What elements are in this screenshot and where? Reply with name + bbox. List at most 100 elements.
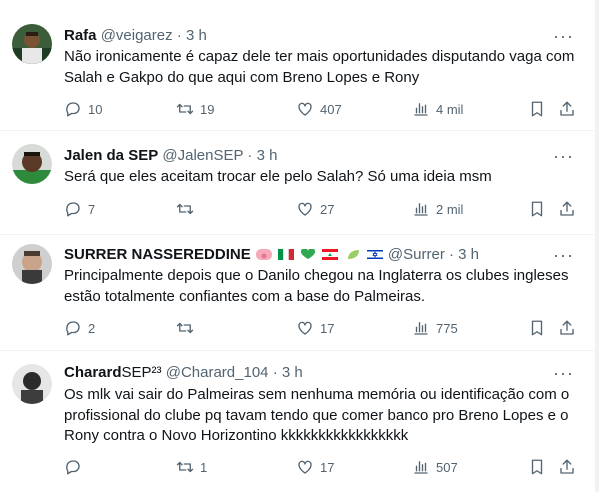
avatar-image <box>12 24 52 64</box>
tweet-header: Jalen da SEP @JalenSEP · 3 h <box>64 146 277 166</box>
italy-flag-icon <box>278 249 295 260</box>
handle[interactable]: @Charard_104 <box>166 364 269 381</box>
bookmark-button[interactable] <box>528 457 546 477</box>
tweet-header: SURRER NASSEREDDINE @Surrer · 3 h <box>64 245 479 265</box>
views-button[interactable]: 775 <box>412 318 458 338</box>
avatar[interactable] <box>12 144 52 184</box>
handle[interactable]: @JalenSEP <box>162 147 243 164</box>
tweet-header: Rafa @veigarez · 3 h <box>64 26 207 46</box>
avatar[interactable] <box>12 24 52 64</box>
reply-icon <box>66 102 80 117</box>
views-icon <box>414 322 428 335</box>
tweet-text: Não ironicamente é capaz dele ter mais o… <box>64 48 575 86</box>
more-icon[interactable]: ··· <box>553 27 574 45</box>
like-count: 17 <box>320 320 335 336</box>
reply-icon <box>66 460 80 475</box>
more-icon[interactable]: ··· <box>553 364 574 382</box>
scrollbar-track[interactable] <box>595 0 599 492</box>
like-button[interactable]: 407 <box>296 99 342 119</box>
handle[interactable]: @veigarez <box>101 27 173 44</box>
avatar[interactable] <box>12 364 52 404</box>
bookmark-button[interactable] <box>528 99 546 119</box>
flag-emojis <box>255 246 388 263</box>
view-count: 2 mil <box>436 201 464 217</box>
reply-icon <box>66 202 80 217</box>
views-button[interactable]: 507 <box>412 457 458 477</box>
reply-count: 7 <box>88 201 96 217</box>
timestamp[interactable]: · 3 h <box>177 27 207 44</box>
leaf-emoji-icon <box>347 250 359 259</box>
tweet[interactable]: Jalen da SEP @JalenSEP · 3 h ··· Será qu… <box>0 131 594 235</box>
tweet[interactable]: SURRER NASSEREDDINE @Surrer · 3 h ··· Pr… <box>0 235 594 351</box>
display-name[interactable]: Jalen da SEP <box>64 147 158 164</box>
reply-button[interactable] <box>64 457 88 477</box>
view-count: 775 <box>436 320 458 336</box>
tweet[interactable]: Rafa @veigarez · 3 h ··· Não ironicament… <box>0 0 594 131</box>
retweet-button[interactable]: 1 <box>176 457 207 477</box>
retweet-count: 1 <box>200 459 208 475</box>
more-icon[interactable]: ··· <box>553 246 574 264</box>
share-icon <box>560 201 574 216</box>
views-icon <box>414 203 428 216</box>
share-button[interactable] <box>558 457 576 477</box>
retweet-button[interactable] <box>176 318 200 338</box>
like-button[interactable]: 27 <box>296 199 334 219</box>
share-button[interactable] <box>558 99 576 119</box>
view-count: 507 <box>436 459 458 475</box>
display-name[interactable]: SURRER NASSEREDDINE <box>64 246 251 263</box>
bookmark-icon <box>531 459 543 475</box>
israel-flag-icon <box>366 249 383 260</box>
bookmark-icon <box>531 320 543 336</box>
views-button[interactable]: 2 mil <box>412 199 463 219</box>
display-name[interactable]: Rafa <box>64 27 97 44</box>
views-icon <box>414 103 428 116</box>
retweet-button[interactable] <box>176 199 200 219</box>
tweet-text: Principalmente depois que o Danilo chego… <box>64 267 569 305</box>
like-button[interactable]: 17 <box>296 457 334 477</box>
bookmark-icon <box>531 101 543 117</box>
retweet-icon <box>176 461 194 473</box>
share-icon <box>560 320 574 335</box>
timestamp[interactable]: · 3 h <box>273 364 303 381</box>
share-button[interactable] <box>558 199 576 219</box>
display-name[interactable]: Charard <box>64 364 122 381</box>
views-button[interactable]: 4 mil <box>412 99 463 119</box>
bookmark-button[interactable] <box>528 199 546 219</box>
like-button[interactable]: 17 <box>296 318 334 338</box>
timestamp[interactable]: · 3 h <box>247 147 277 164</box>
like-icon <box>298 202 312 216</box>
avatar[interactable] <box>12 244 52 284</box>
lebanon-flag-icon <box>322 249 339 260</box>
like-icon <box>298 321 312 335</box>
retweet-icon <box>176 203 194 215</box>
reply-button[interactable]: 7 <box>64 199 95 219</box>
like-count: 17 <box>320 459 335 475</box>
share-button[interactable] <box>558 318 576 338</box>
reply-count: 2 <box>88 320 96 336</box>
tweet-text: Os mlk vai sair do Palmeiras sem nenhuma… <box>64 386 570 444</box>
reply-button[interactable]: 10 <box>64 99 102 119</box>
reply-count: 10 <box>88 101 103 117</box>
reply-button[interactable]: 2 <box>64 318 95 338</box>
retweet-count: 19 <box>200 101 215 117</box>
handle[interactable]: @Surrer <box>388 246 445 263</box>
view-count: 4 mil <box>436 101 464 117</box>
timestamp[interactable]: · 3 h <box>449 246 479 263</box>
tweet[interactable]: CharardSEP²³ @Charard_104 · 3 h ··· Os m… <box>0 351 594 492</box>
reply-icon <box>66 321 80 336</box>
pig-emoji-icon <box>255 249 272 260</box>
bookmark-icon <box>531 201 543 217</box>
retweet-icon <box>176 103 194 115</box>
bookmark-button[interactable] <box>528 318 546 338</box>
views-icon <box>414 461 428 474</box>
avatar-image <box>12 244 52 284</box>
avatar-image <box>12 364 52 404</box>
like-icon <box>298 460 312 474</box>
display-name-suffix: SEP²³ <box>121 364 162 381</box>
retweet-icon <box>176 322 194 334</box>
avatar-image <box>12 144 52 184</box>
more-icon[interactable]: ··· <box>553 147 574 165</box>
like-icon <box>298 102 312 116</box>
retweet-button[interactable]: 19 <box>176 99 214 119</box>
tweet-text: Será que eles aceitam trocar ele pelo Sa… <box>64 168 492 185</box>
